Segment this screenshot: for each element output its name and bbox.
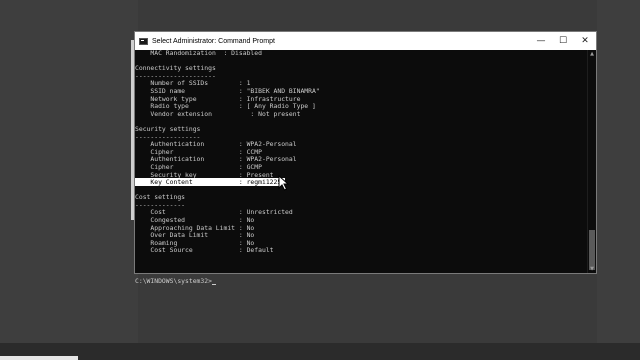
desktop-background-left (0, 0, 138, 360)
console-line: Cost settings (135, 193, 186, 202)
console-line: MAC Randomization : Disabled (135, 49, 262, 57)
video-progress-bar[interactable] (0, 356, 78, 360)
scrollbar-thumb[interactable] (589, 230, 595, 270)
console-line: Cost Source : Default (135, 246, 274, 255)
scroll-up-arrow-icon[interactable]: ▲ (588, 50, 596, 58)
close-button[interactable]: ✕ (574, 32, 596, 50)
selected-key-content-text[interactable]: Key Content : regmi12250 (135, 178, 286, 187)
window-title: Select Administrator: Command Prompt (152, 37, 275, 45)
text-cursor (211, 284, 216, 286)
cmd-icon (139, 37, 148, 45)
mouse-pointer-icon (278, 175, 290, 191)
desktop-background-right (597, 0, 640, 360)
console-line: Vendor extension : Not present (135, 109, 301, 118)
console-line: Key Content : regmi12250 (135, 178, 587, 187)
scroll-down-arrow-icon[interactable]: ▼ (588, 265, 596, 273)
title-bar[interactable]: Select Administrator: Command Prompt — ☐… (135, 32, 596, 50)
minimize-button[interactable]: — (530, 32, 552, 50)
vertical-scrollbar[interactable]: ▲ ▼ (587, 50, 596, 273)
console-output[interactable]: MAC Randomization : Disabled Connectivity… (135, 49, 587, 286)
video-player-bar (0, 343, 640, 360)
command-prompt-window[interactable]: Select Administrator: Command Prompt — ☐… (134, 31, 597, 286)
maximize-button[interactable]: ☐ (552, 32, 574, 50)
command-prompt-line: C:\WINDOWS\system32> (135, 277, 587, 286)
console-line: Security settings (135, 124, 201, 133)
